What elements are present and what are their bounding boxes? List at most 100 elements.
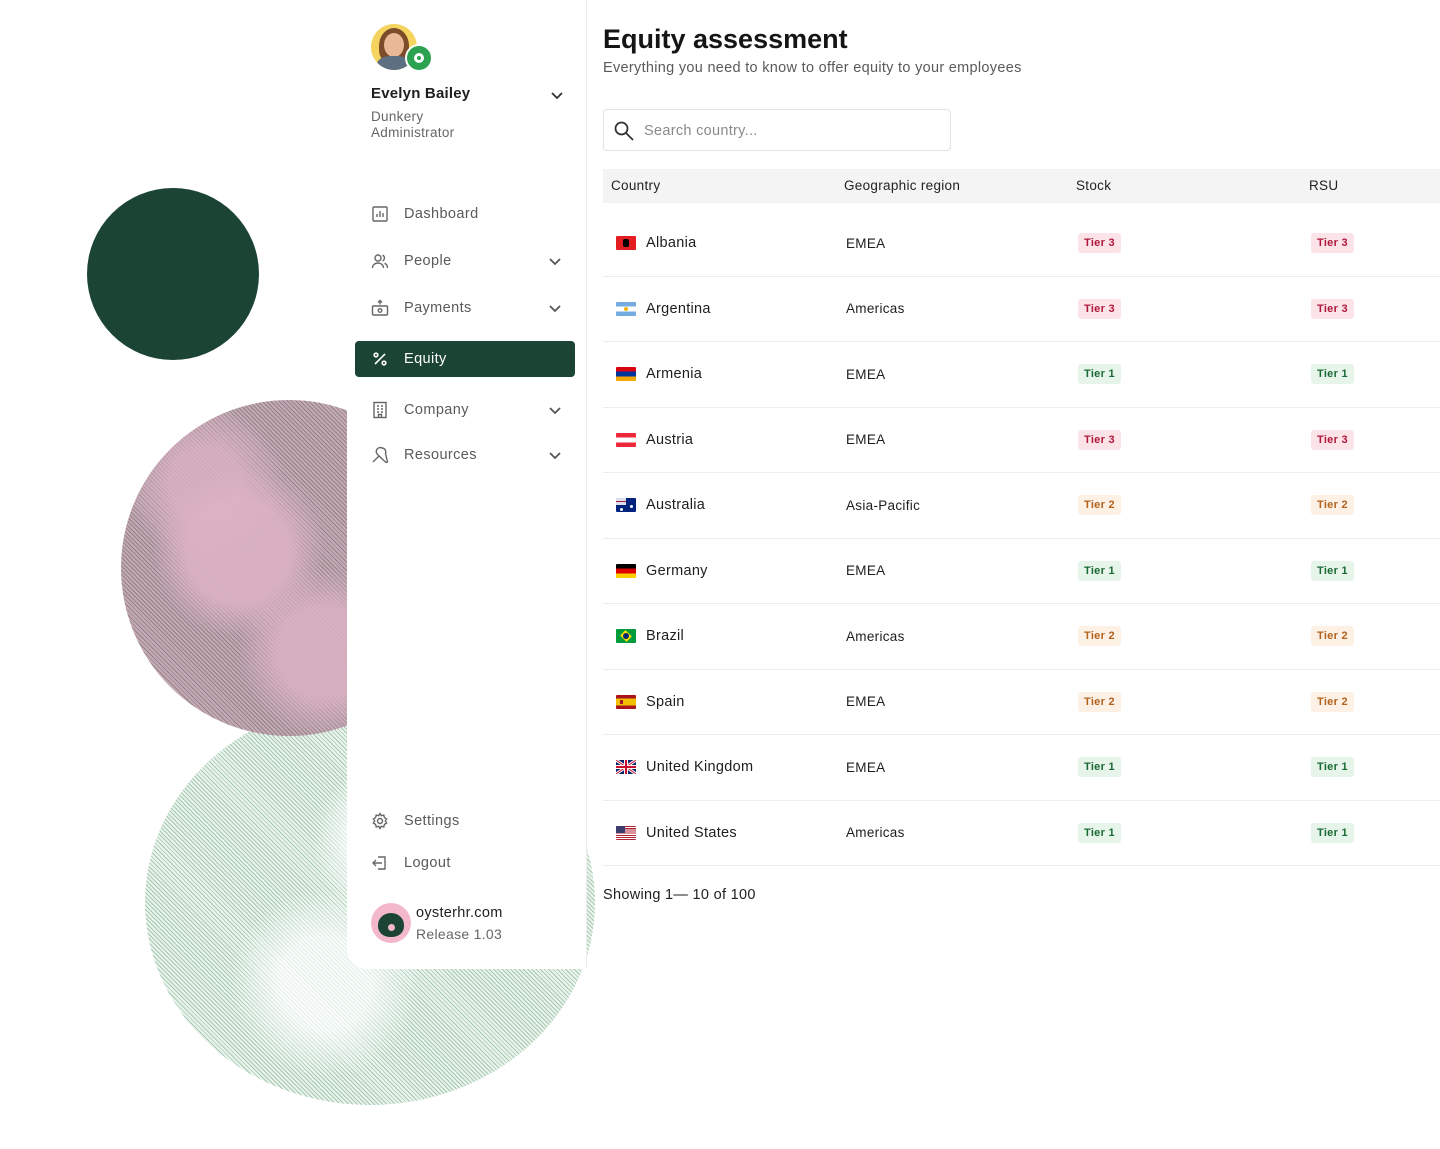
rsu-tier-badge: Tier 2 (1311, 691, 1354, 712)
country-name: United States (646, 824, 737, 841)
user-company: Dunkery (371, 109, 424, 124)
nav-item-settings[interactable]: Settings (355, 806, 575, 836)
region-name: EMEA (846, 694, 886, 709)
nav-item-payments[interactable]: Payments (355, 290, 575, 326)
nav-item-people[interactable]: People (355, 243, 575, 279)
region-cell: Americas (846, 604, 905, 668)
rsu-tier-badge: Tier 1 (1311, 560, 1354, 581)
column-header-region[interactable]: Geographic region (844, 178, 960, 193)
stock-cell: Tier 1 (1078, 539, 1121, 603)
nav-item-label: Dashboard (404, 206, 479, 222)
table-row[interactable]: Australia Asia-Pacific Tier 2 Tier 2 (603, 473, 1440, 539)
country-cell: United States (616, 801, 737, 865)
stock-tier-badge: Tier 3 (1078, 429, 1121, 450)
stock-cell: Tier 1 (1078, 801, 1121, 865)
region-cell: EMEA (846, 408, 885, 472)
australia-flag-icon (616, 498, 636, 512)
user-role: Administrator (371, 125, 455, 140)
nav-item-resources[interactable]: Resources (355, 437, 575, 473)
nav-item-company[interactable]: Company (355, 392, 575, 428)
stock-tier-badge: Tier 3 (1078, 298, 1121, 319)
column-header-country[interactable]: Country (611, 178, 660, 193)
search-icon (614, 121, 634, 141)
region-cell: EMEA (846, 211, 885, 275)
nav-item-dashboard[interactable]: Dashboard (355, 196, 575, 232)
stock-cell: Tier 1 (1078, 735, 1121, 799)
table-row[interactable]: Germany EMEA Tier 1 Tier 1 (603, 539, 1440, 604)
region-name: Americas (846, 628, 905, 644)
table-row[interactable]: Armenia EMEA Tier 1 Tier 1 (603, 342, 1440, 408)
org-badge-icon (405, 44, 433, 72)
country-name: Australia (646, 497, 706, 513)
sidebar: Evelyn Bailey Dunkery Administrator Dash… (347, 0, 587, 969)
country-cell: Spain (616, 670, 685, 734)
table-row[interactable]: Brazil Americas Tier 2 Tier 2 (603, 604, 1440, 670)
stock-cell: Tier 2 (1078, 473, 1121, 537)
rsu-tier-badge: Tier 2 (1311, 626, 1354, 646)
table-body: Albania EMEA Tier 3 Tier 3 Argentina Americas… (603, 211, 1440, 866)
region-cell: Asia-Pacific (846, 473, 920, 537)
rsu-cell: Tier 1 (1311, 801, 1354, 865)
country-name: United Kingdom (646, 759, 754, 775)
column-header-stock[interactable]: Stock (1076, 178, 1111, 193)
chevron-down-icon (549, 305, 561, 313)
nav-item-label: Resources (404, 447, 477, 463)
spain-flag-icon (616, 694, 636, 709)
rsu-tier-badge: Tier 1 (1311, 364, 1354, 384)
country-name: Germany (646, 562, 708, 579)
stock-tier-badge: Tier 3 (1078, 233, 1121, 253)
column-header-rsu[interactable]: RSU (1309, 178, 1338, 193)
percent-icon (371, 350, 389, 368)
country-cell: Armenia (616, 342, 702, 406)
table-row[interactable]: United States Americas Tier 1 Tier 1 (603, 801, 1440, 866)
stock-cell: Tier 1 (1078, 342, 1121, 406)
chevron-down-icon (549, 452, 561, 460)
brand-site: oysterhr.com (416, 904, 503, 921)
logout-label: Logout (404, 855, 451, 871)
rsu-cell: Tier 2 (1311, 670, 1354, 734)
country-name: Brazil (646, 628, 685, 644)
table-row[interactable]: Spain EMEA Tier 2 Tier 2 (603, 670, 1440, 735)
nav-item-label: Equity (404, 351, 447, 367)
rsu-cell: Tier 2 (1311, 604, 1354, 668)
page-subtitle: Everything you need to know to offer equ… (603, 60, 1022, 76)
albania-flag-icon (616, 236, 636, 250)
country-name: Austria (646, 431, 694, 448)
rsu-tier-badge: Tier 3 (1311, 429, 1354, 450)
chevron-down-icon (549, 407, 561, 415)
region-name: Asia-Pacific (846, 497, 921, 513)
region-name: Americas (846, 301, 905, 316)
logout-button[interactable]: Logout (355, 848, 575, 878)
stock-cell: Tier 3 (1078, 211, 1121, 275)
stock-tier-badge: Tier 2 (1078, 626, 1121, 646)
austria-flag-icon (616, 432, 636, 447)
stock-tier-badge: Tier 1 (1078, 822, 1121, 843)
stock-cell: Tier 3 (1078, 408, 1121, 472)
argentina-flag-icon (616, 301, 636, 316)
table-row[interactable]: Argentina Americas Tier 3 Tier 3 (603, 277, 1440, 342)
country-cell: Austria (616, 408, 693, 472)
rsu-cell: Tier 2 (1311, 473, 1354, 537)
logout-icon (371, 854, 389, 872)
rsu-tier-badge: Tier 1 (1311, 757, 1354, 777)
search-box (603, 109, 951, 151)
oyster-logo-icon (371, 903, 411, 943)
table-row[interactable]: Austria EMEA Tier 3 Tier 3 (603, 408, 1440, 473)
region-name: Americas (846, 825, 905, 840)
user-avatar-group[interactable] (371, 24, 435, 74)
region-name: EMEA (846, 563, 886, 578)
table-row[interactable]: United Kingdom EMEA Tier 1 Tier 1 (603, 735, 1440, 801)
stock-tier-badge: Tier 2 (1078, 495, 1121, 515)
stock-tier-badge: Tier 1 (1078, 364, 1121, 384)
stock-cell: Tier 2 (1078, 670, 1121, 734)
table-row[interactable]: Albania EMEA Tier 3 Tier 3 (603, 211, 1440, 277)
country-name: Spain (646, 693, 685, 710)
user-name: Evelyn Bailey (371, 85, 471, 102)
nav-item-equity[interactable]: Equity (355, 341, 575, 377)
decorative-dark-circle (87, 188, 259, 360)
search-input[interactable] (642, 118, 936, 144)
rsu-cell: Tier 1 (1311, 342, 1354, 406)
user-menu-chevron-down-icon[interactable] (547, 85, 567, 105)
nav-item-label: Company (404, 402, 469, 418)
country-cell: Argentina (616, 277, 711, 341)
